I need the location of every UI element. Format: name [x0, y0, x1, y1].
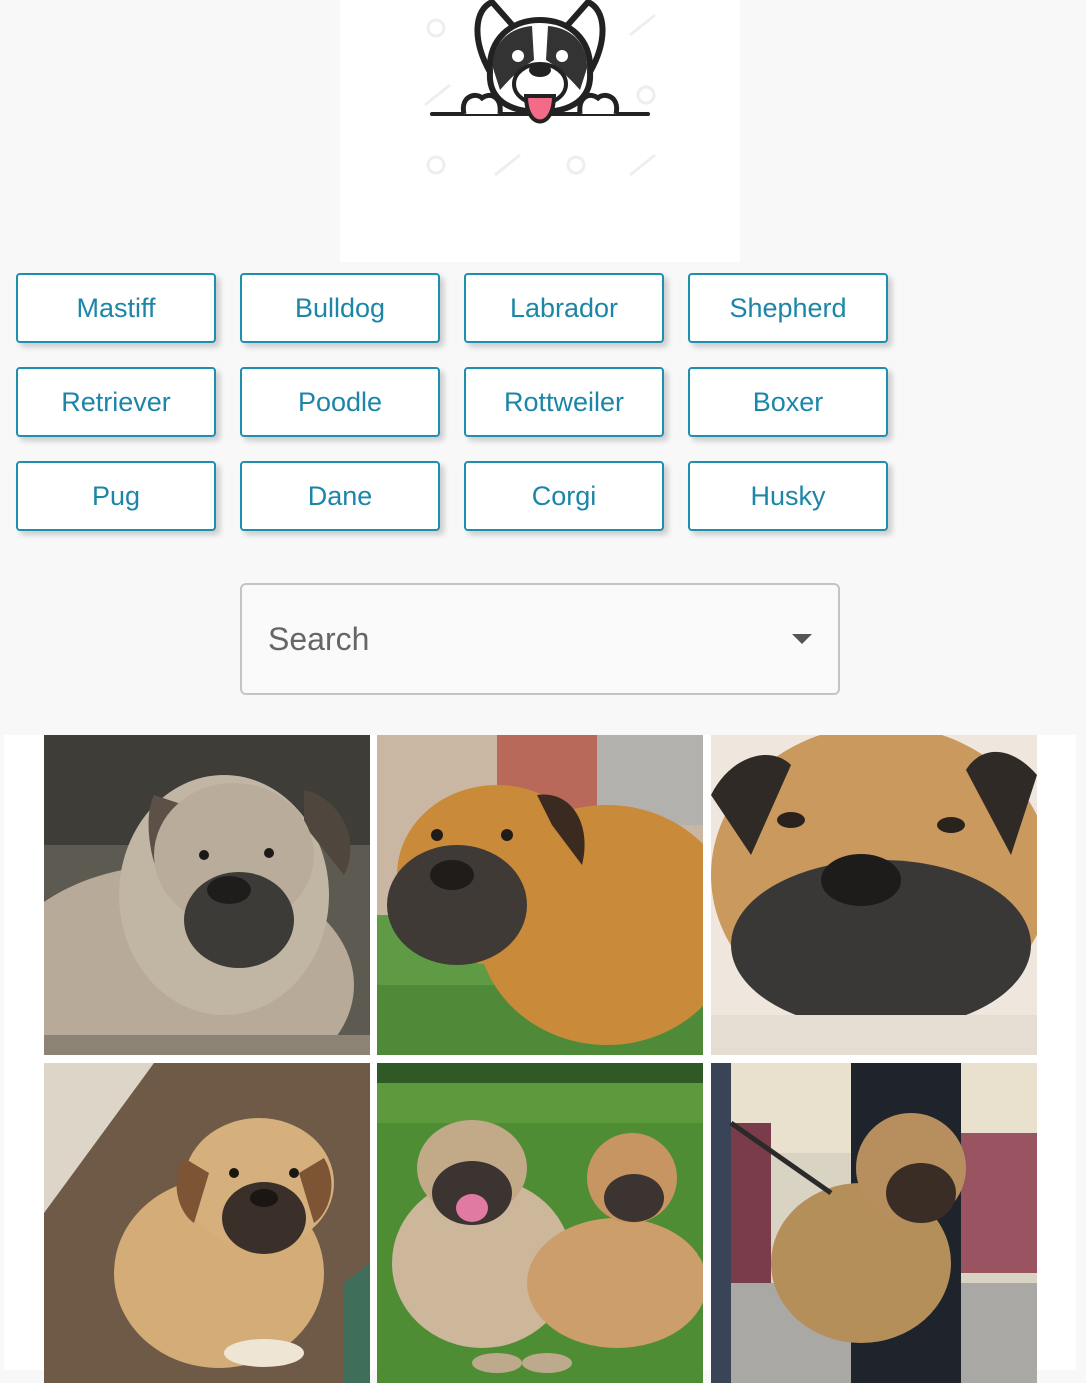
breed-button-poodle[interactable]: Poodle: [240, 367, 440, 437]
dog-photo[interactable]: [44, 735, 370, 1055]
peeking-bulldog-logo: [424, 0, 656, 177]
dog-photo[interactable]: [377, 1063, 703, 1383]
breed-button-pug[interactable]: Pug: [16, 461, 216, 531]
dog-photo[interactable]: [711, 1063, 1037, 1383]
breed-button-grid: Mastiff Bulldog Labrador Shepherd Retrie…: [16, 273, 888, 531]
dog-photo[interactable]: [377, 735, 703, 1055]
breed-button-retriever[interactable]: Retriever: [16, 367, 216, 437]
logo-panel: [340, 0, 740, 262]
photo-gallery: [4, 735, 1076, 1383]
breed-button-corgi[interactable]: Corgi: [464, 461, 664, 531]
breed-button-bulldog[interactable]: Bulldog: [240, 273, 440, 343]
dog-photo[interactable]: [44, 1063, 370, 1383]
breed-button-shepherd[interactable]: Shepherd: [688, 273, 888, 343]
breed-button-rottweiler[interactable]: Rottweiler: [464, 367, 664, 437]
dog-photo[interactable]: [711, 735, 1037, 1055]
breed-button-mastiff[interactable]: Mastiff: [16, 273, 216, 343]
breed-button-labrador[interactable]: Labrador: [464, 273, 664, 343]
caret-down-icon[interactable]: [792, 634, 812, 644]
breed-button-boxer[interactable]: Boxer: [688, 367, 888, 437]
breed-button-husky[interactable]: Husky: [688, 461, 888, 531]
search-select[interactable]: Search: [240, 583, 840, 695]
breed-button-dane[interactable]: Dane: [240, 461, 440, 531]
search-placeholder: Search: [268, 620, 370, 657]
